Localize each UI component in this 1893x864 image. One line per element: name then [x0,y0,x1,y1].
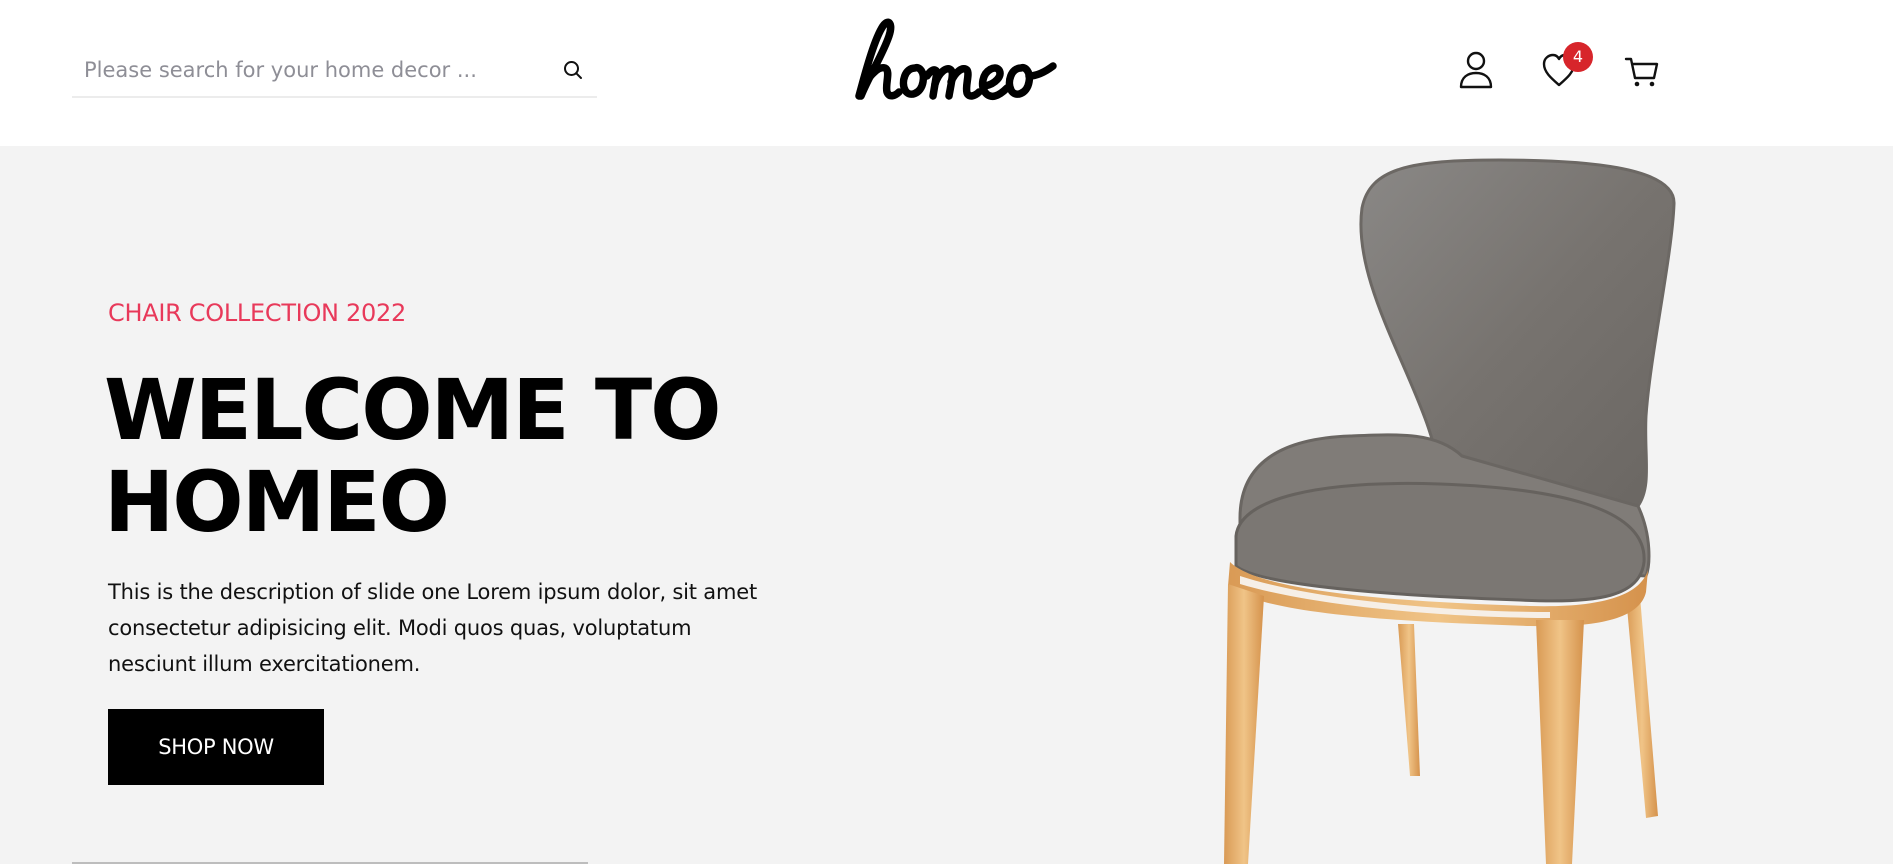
site-header: 4 [0,0,1893,146]
hero-description: This is the description of slide one Lor… [108,580,757,676]
chair-image [1224,158,1676,864]
hero-subtitle: CHAIR COLLECTION 2022 [108,299,406,327]
cart-icon[interactable] [1624,50,1660,90]
search-icon[interactable] [561,58,585,82]
search-bar [72,46,597,98]
user-icon[interactable] [1458,50,1494,90]
wishlist-count-badge: 4 [1563,42,1593,72]
search-input[interactable] [84,52,534,88]
homeo-logo[interactable] [845,14,1060,110]
shop-now-button[interactable]: SHOP NOW [108,709,324,785]
hero-slider: CHAIR COLLECTION 2022 WELCOME TO HOMEO T… [0,146,1893,864]
hero-title: WELCOME TO HOMEO [104,361,722,551]
